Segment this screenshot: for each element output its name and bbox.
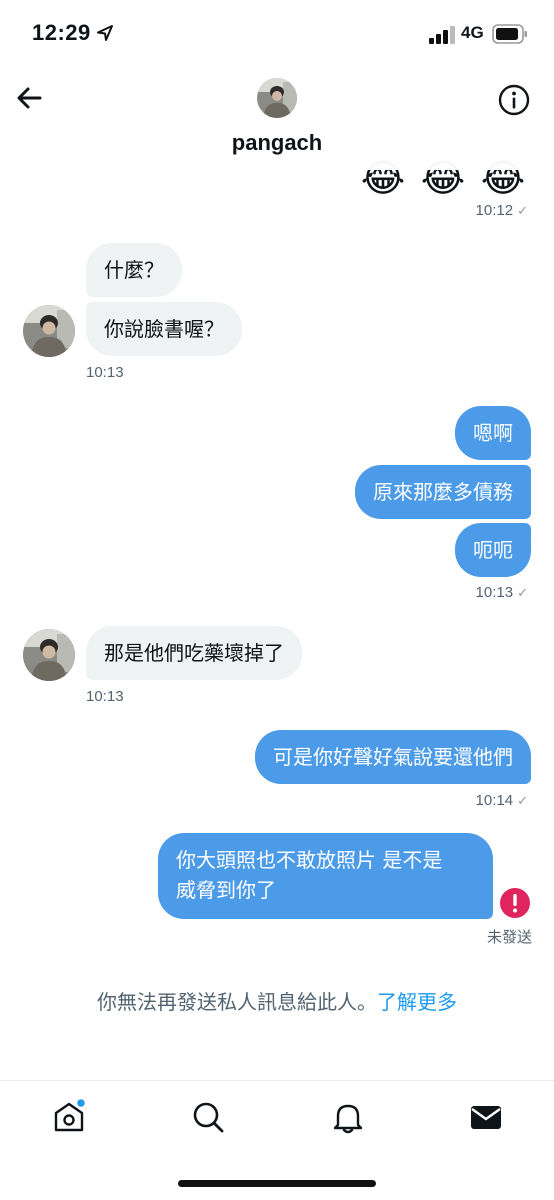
header-avatar[interactable]	[257, 78, 297, 118]
info-icon[interactable]	[497, 83, 531, 117]
location-arrow-icon	[97, 25, 113, 41]
home-indicator	[178, 1180, 376, 1187]
incoming-message[interactable]: 那是他們吃藥壞掉了	[86, 626, 302, 680]
home-icon[interactable]	[51, 1099, 87, 1135]
unsent-message-line: 威脅到你了	[176, 878, 276, 902]
incoming-message[interactable]: 什麼？	[86, 243, 182, 297]
error-icon[interactable]	[499, 887, 531, 919]
search-icon[interactable]	[190, 1099, 226, 1135]
sender-avatar[interactable]	[23, 305, 75, 357]
status-time: 12:29	[32, 20, 91, 45]
learn-more-link[interactable]: 了解更多	[377, 990, 457, 1014]
outgoing-message[interactable]: 原來那麼多債務	[355, 465, 531, 519]
network-label: 4G	[461, 23, 484, 42]
arrow-left-icon[interactable]	[14, 82, 46, 114]
cannot-message-notice: 你無法再發送私人訊息給此人。了解更多	[0, 986, 554, 1015]
message-timestamp: 10:13 ✓	[475, 584, 528, 601]
sent-check-icon: ✓	[517, 793, 528, 808]
message-timestamp: 10:12 ✓	[475, 202, 528, 219]
message-timestamp: 10:13	[86, 364, 124, 381]
sender-avatar[interactable]	[23, 629, 75, 681]
battery-icon	[492, 24, 527, 44]
message-timestamp: 10:14 ✓	[475, 792, 528, 809]
unsent-message[interactable]: 你大頭照也不敢放照片 是不是 威脅到你了	[158, 833, 493, 919]
unsent-status: 未發送	[486, 928, 532, 946]
bell-icon[interactable]	[330, 1099, 366, 1135]
notice-text: 你無法再發送私人訊息給此人。	[97, 990, 377, 1014]
outgoing-message[interactable]: 嗯啊	[455, 406, 531, 460]
message-timestamp: 10:13	[86, 688, 124, 705]
outgoing-message[interactable]: 呃呃	[455, 523, 531, 577]
mail-icon[interactable]	[468, 1099, 504, 1135]
dm-conversation-screen: 12:29 4G pangach 😂 😂 😂 10:12 ✓ 什麼？ 你說臉書喔…	[0, 0, 554, 1200]
header-username[interactable]: pangach	[0, 130, 554, 156]
chat-header: pangach	[0, 70, 554, 170]
incoming-message[interactable]: 你說臉書喔？	[86, 302, 242, 356]
unsent-message-line: 你大頭照也不敢放照片 是不是	[176, 848, 443, 872]
status-bar: 12:29 4G	[0, 0, 554, 70]
signal-icon	[429, 26, 455, 44]
sent-check-icon: ✓	[517, 203, 528, 218]
outgoing-message[interactable]: 可是你好聲好氣說要還他們	[255, 730, 531, 784]
sent-check-icon: ✓	[517, 585, 528, 600]
